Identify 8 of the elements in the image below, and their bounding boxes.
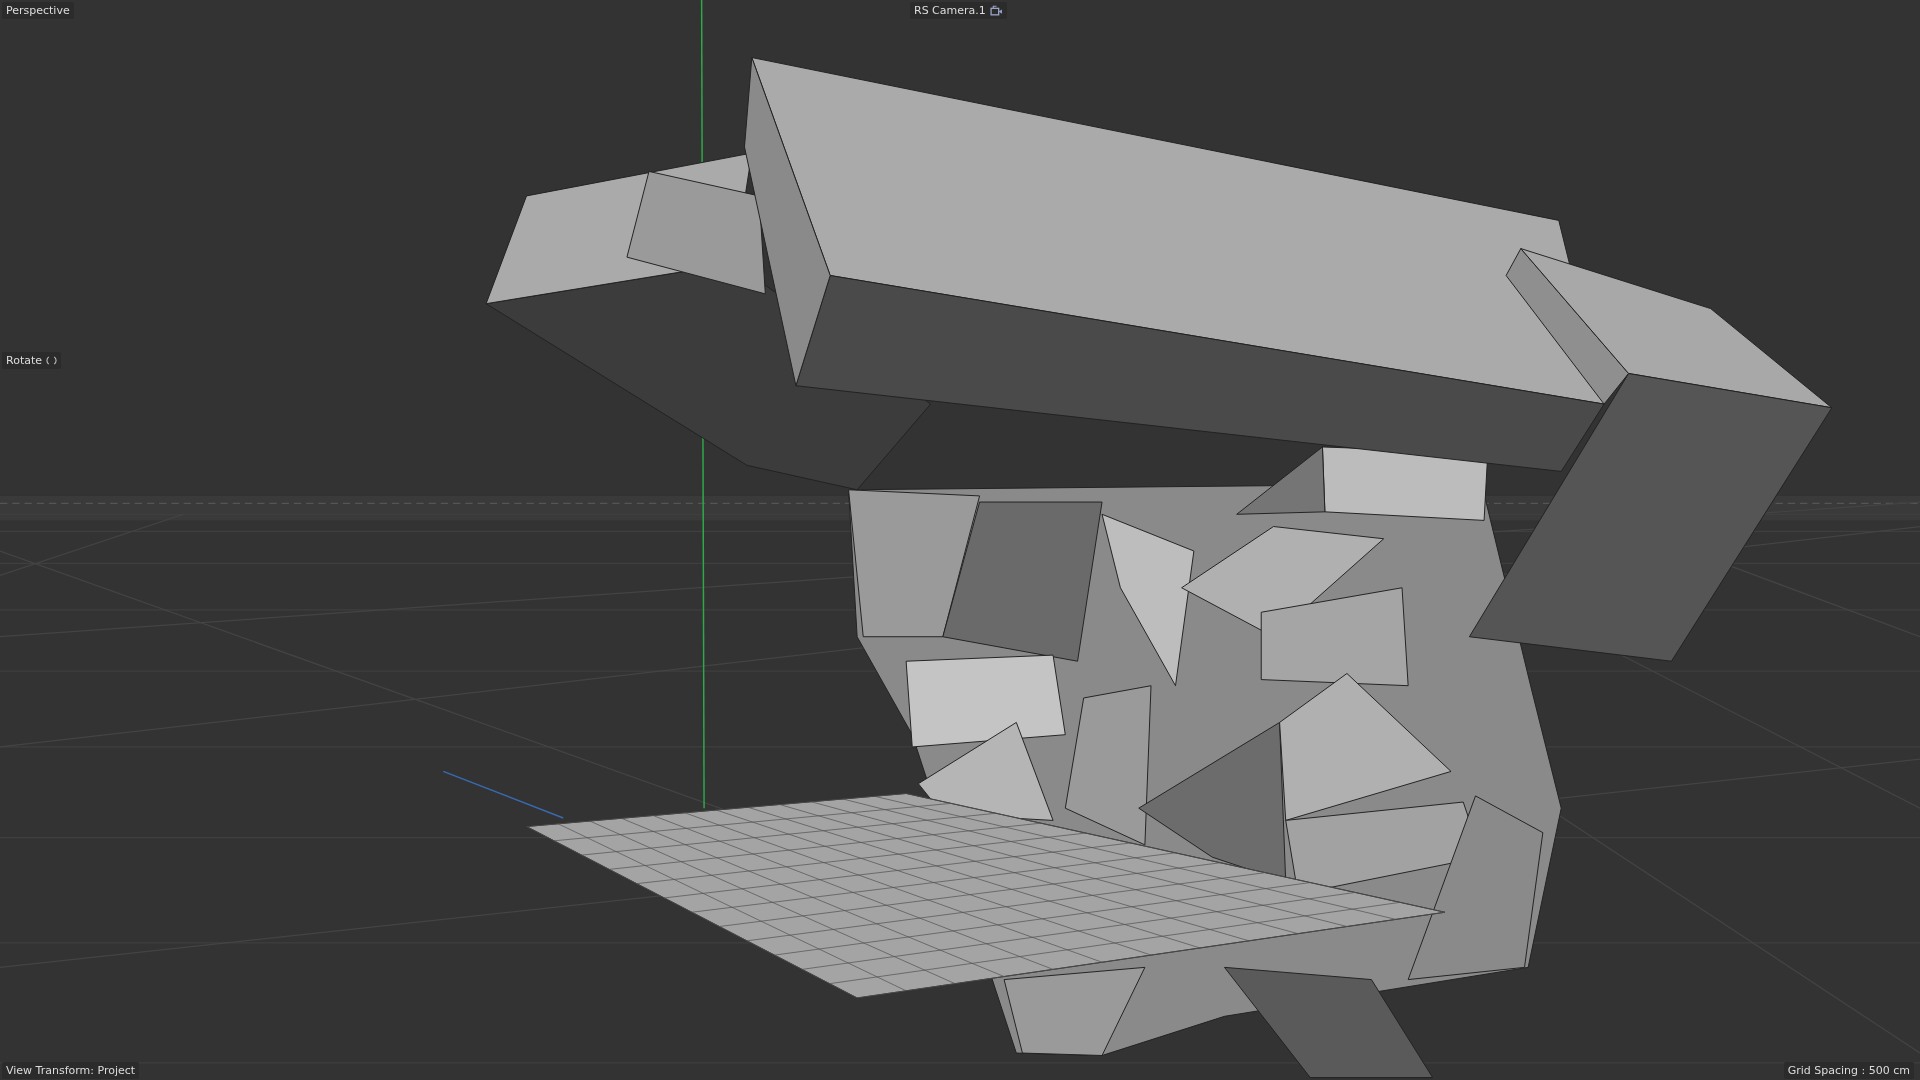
3d-scene-drawing[interactable] [0, 0, 1920, 1080]
grid-spacing-label: Grid Spacing : 500 cm [1783, 1062, 1914, 1079]
camera-icon [989, 5, 1003, 16]
camera-label[interactable]: RS Camera.1 [910, 2, 1007, 19]
view-name-label[interactable]: Perspective [2, 2, 74, 19]
view-transform-label: View Transform: Project [2, 1062, 140, 1079]
rotate-icon [46, 355, 57, 366]
tool-label: Rotate [2, 352, 61, 369]
